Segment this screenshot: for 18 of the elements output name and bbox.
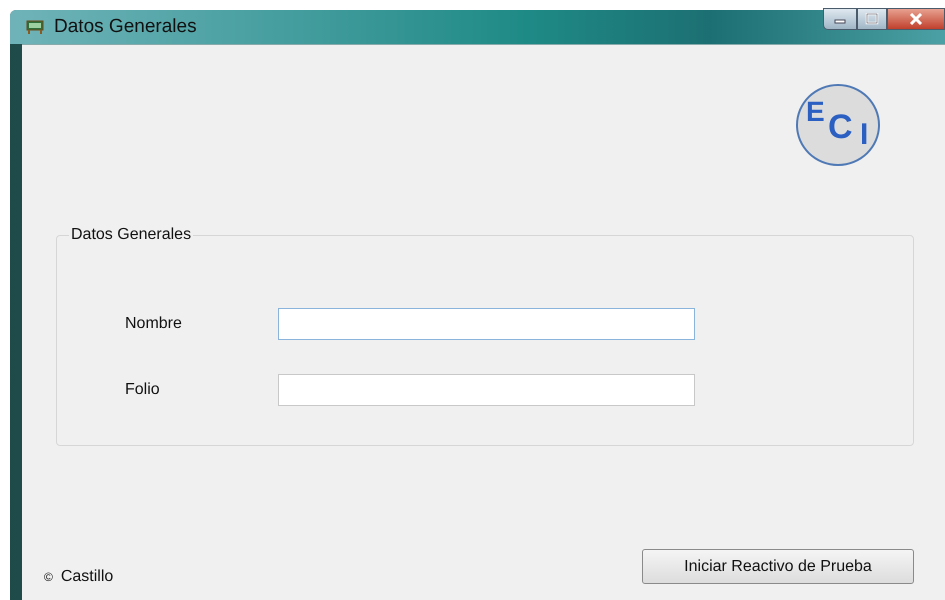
maximize-icon [865,13,879,25]
logo-letter: C [828,108,853,147]
copyright-mark: © [44,570,53,584]
app-icon [26,19,44,35]
group-title: Datos Generales [70,226,192,244]
field-label: Nombre [125,315,183,333]
input-field[interactable] [278,374,695,406]
close-button[interactable] [887,8,945,30]
close-icon [908,13,924,25]
author-label: Castillo [60,568,114,586]
window-title: Datos Generales [54,16,198,38]
input-field[interactable] [278,308,695,340]
field-label: Folio [125,381,161,399]
logo-letter: I [860,118,868,152]
minimize-button[interactable] [823,8,857,30]
maximize-button[interactable] [857,8,887,30]
start-button[interactable]: Iniciar Reactivo de Prueba [642,549,914,584]
logo-letter: E [806,96,825,128]
